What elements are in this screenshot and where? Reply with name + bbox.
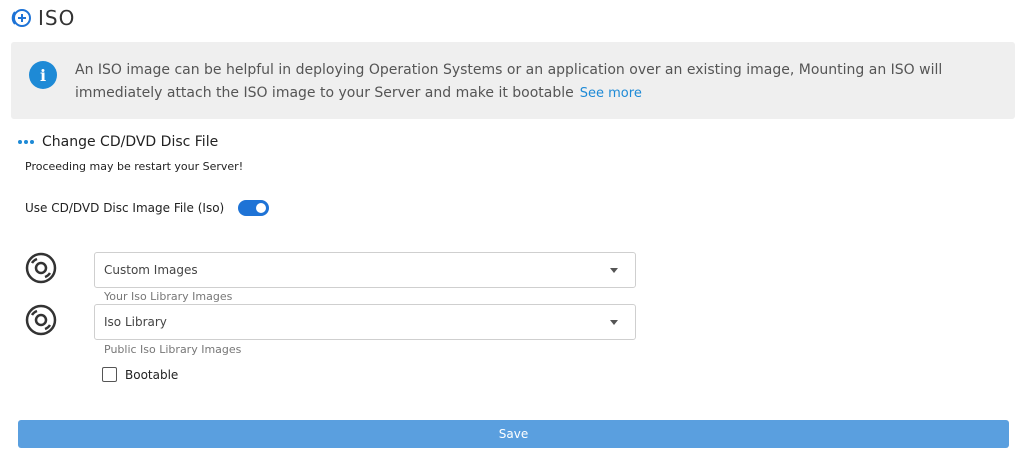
iso-toggle-switch[interactable]	[238, 200, 270, 216]
iso-toggle-row: Use CD/DVD Disc Image File (Iso)	[25, 200, 270, 216]
bootable-label: Bootable	[125, 367, 179, 382]
restart-warning: Proceeding may be restart your Server!	[25, 160, 244, 173]
custom-images-select-value: Custom Images	[104, 263, 198, 277]
save-button[interactable]: Save	[18, 420, 1009, 448]
info-icon: i	[29, 61, 57, 89]
disc-plus-icon	[10, 7, 32, 29]
dots-icon	[18, 140, 34, 144]
see-more-link[interactable]: See more	[580, 86, 642, 101]
info-text-line2-body: immediately attach the ISO image to your…	[75, 85, 574, 101]
custom-images-helper: Your Iso Library Images	[104, 290, 233, 303]
iso-library-select-value: Iso Library	[104, 315, 167, 329]
toggle-knob	[256, 203, 267, 213]
info-text-line1: An ISO image can be helpful in deploying…	[75, 62, 943, 78]
page-title: ISO	[38, 6, 76, 30]
info-text: An ISO image can be helpful in deploying…	[75, 59, 995, 105]
page-header: ISO	[10, 4, 75, 32]
custom-images-select[interactable]: Custom Images	[94, 252, 636, 288]
section-title: Change CD/DVD Disc File	[42, 134, 219, 150]
section-heading: Change CD/DVD Disc File	[18, 134, 218, 150]
info-banner: i An ISO image can be helpful in deployi…	[11, 42, 1015, 119]
disc-icon	[24, 303, 58, 337]
bootable-row: Bootable	[102, 367, 178, 382]
chevron-down-icon	[610, 268, 618, 273]
iso-library-helper: Public Iso Library Images	[104, 343, 242, 356]
info-text-line2: immediately attach the ISO image to your…	[75, 82, 995, 105]
iso-library-select[interactable]: Iso Library	[94, 304, 636, 340]
chevron-down-icon	[610, 320, 618, 325]
bootable-checkbox[interactable]	[102, 367, 117, 382]
disc-icon	[24, 251, 58, 285]
iso-toggle-label: Use CD/DVD Disc Image File (Iso)	[25, 201, 225, 215]
